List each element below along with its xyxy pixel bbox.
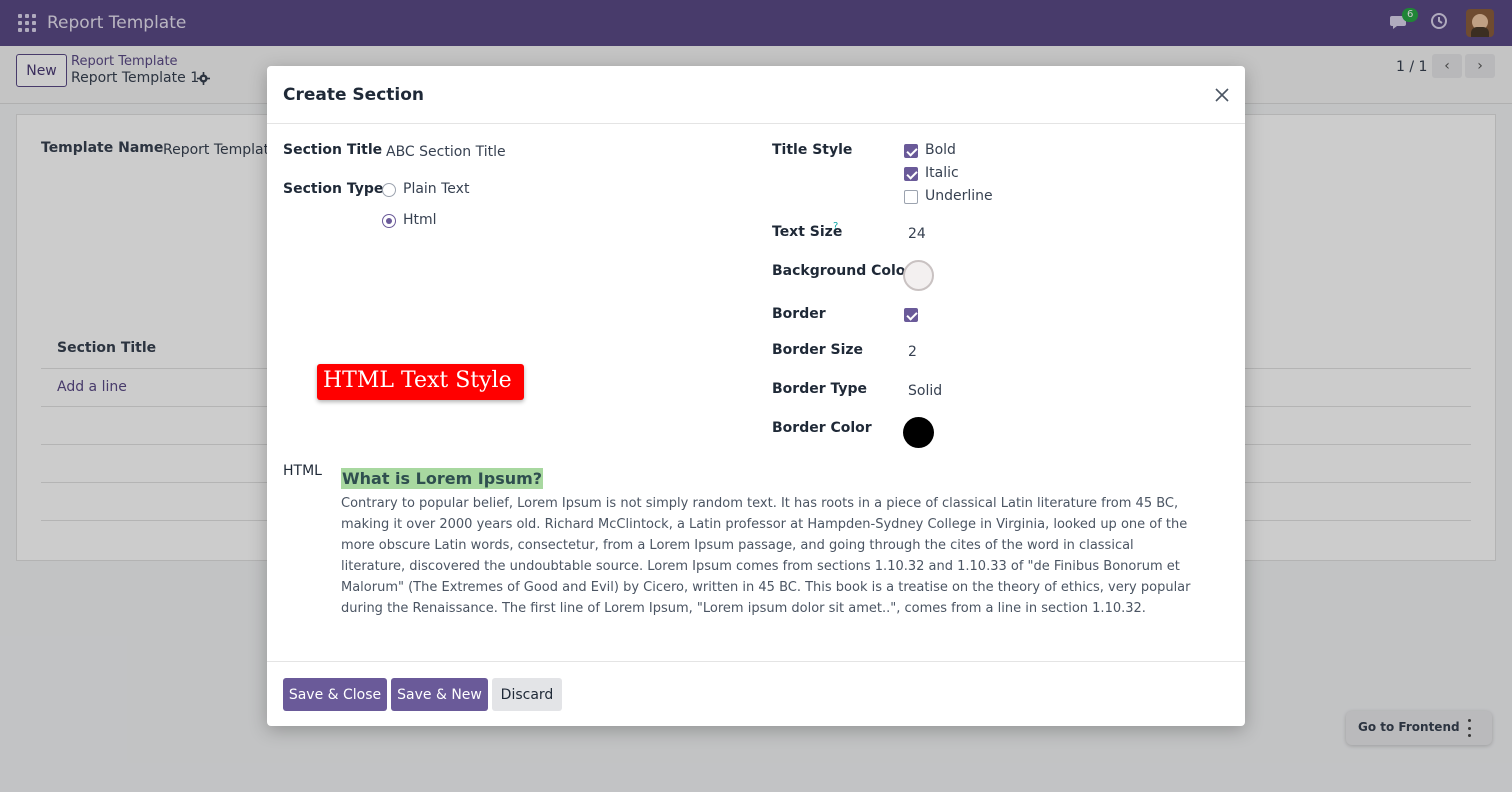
section-type-label: Section Type	[283, 181, 384, 197]
bold-checkbox-label[interactable]: Bold	[925, 142, 956, 158]
title-style-label: Title Style	[772, 142, 853, 158]
modal-header: Create Section	[267, 66, 1245, 124]
border-size-label: Border Size	[772, 342, 864, 358]
section-title-input[interactable]: ABC Section Title	[386, 144, 506, 160]
underline-checkbox-label[interactable]: Underline	[925, 188, 993, 204]
text-size-label: Text Size	[772, 224, 843, 240]
text-size-input[interactable]: 24	[908, 226, 926, 242]
border-checkbox[interactable]	[904, 308, 918, 322]
border-size-input[interactable]: 2	[908, 344, 917, 360]
background-color-picker[interactable]	[903, 260, 934, 291]
border-label: Border	[772, 306, 826, 322]
html-label: HTML	[283, 463, 322, 479]
italic-checkbox[interactable]	[904, 167, 918, 181]
html-heading[interactable]: What is Lorem Ipsum?	[341, 468, 544, 489]
bold-checkbox[interactable]	[904, 144, 918, 158]
border-type-label: Border Type	[772, 381, 868, 397]
save-close-button[interactable]: Save & Close	[283, 678, 387, 711]
close-icon[interactable]	[1213, 86, 1231, 104]
border-color-picker[interactable]	[903, 417, 934, 448]
help-icon[interactable]: ?	[833, 221, 838, 232]
radio-plain-text[interactable]	[382, 183, 396, 197]
save-new-button[interactable]: Save & New	[391, 678, 488, 711]
radio-plain-text-label[interactable]: Plain Text	[403, 181, 469, 197]
html-text-style-preview: HTML Text Style	[317, 364, 524, 400]
border-type-select[interactable]: Solid	[908, 383, 942, 399]
radio-html[interactable]	[382, 214, 396, 228]
underline-checkbox[interactable]	[904, 190, 918, 204]
modal-title: Create Section	[283, 85, 425, 105]
background-color-label: Background Color	[772, 263, 913, 279]
border-color-label: Border Color	[772, 420, 872, 436]
html-editor-content[interactable]: Contrary to popular belief, Lorem Ipsum …	[341, 493, 1191, 619]
section-title-label: Section Title	[283, 142, 383, 158]
italic-checkbox-label[interactable]: Italic	[925, 165, 959, 181]
radio-html-label[interactable]: Html	[403, 212, 437, 228]
modal-footer: Save & Close Save & New Discard	[267, 661, 1245, 726]
create-section-dialog: Create Section Section Title ABC Section…	[267, 66, 1245, 726]
discard-button[interactable]: Discard	[492, 678, 562, 711]
